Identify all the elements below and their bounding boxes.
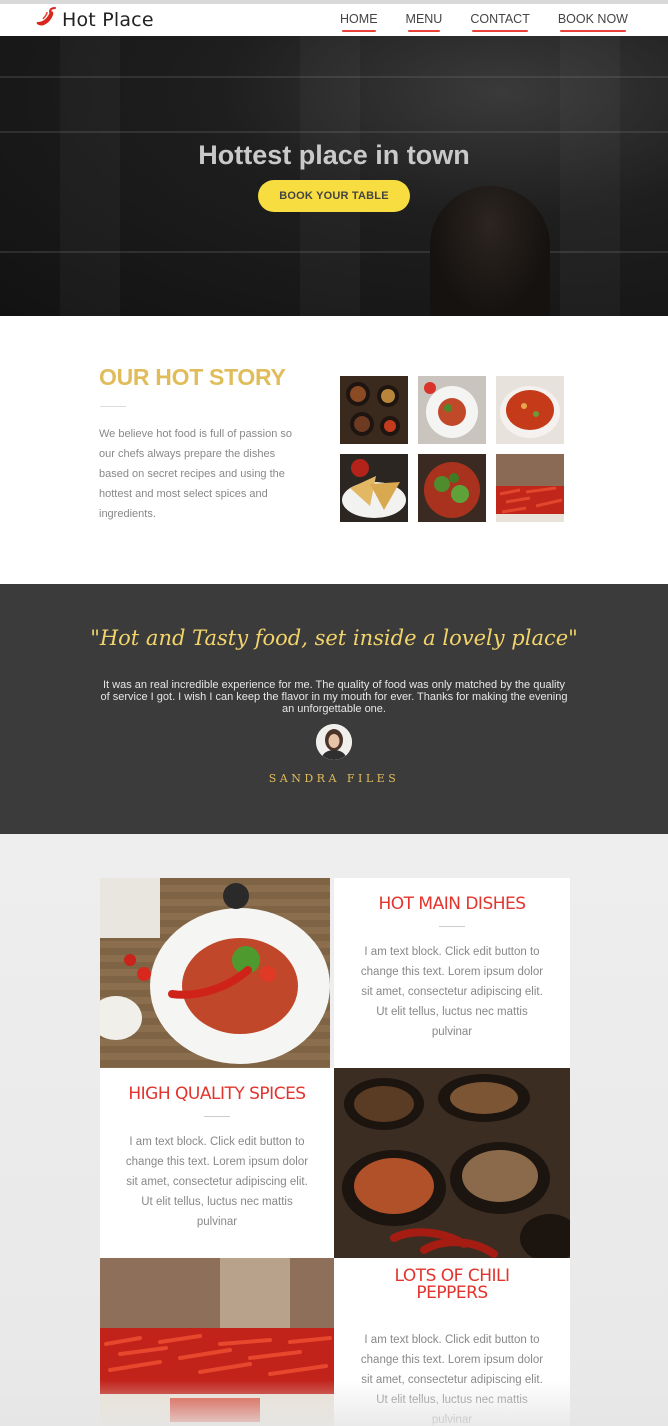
- main-nav: HOME MENU CONTACT BOOK NOW: [312, 12, 628, 32]
- nav-book-now[interactable]: BOOK NOW: [558, 12, 628, 32]
- gallery-photo-soup[interactable]: [496, 376, 564, 444]
- feature-card-chili-peppers: LOTS OF CHILI PEPPERS I am text block. C…: [334, 1258, 570, 1426]
- feature-title-main-dishes: HOT MAIN DISHES: [378, 894, 526, 914]
- gallery-photo-pasta[interactable]: [418, 376, 486, 444]
- feature-card-spices: HIGH QUALITY SPICES I am text block. Cli…: [100, 1068, 334, 1258]
- hero-background-figure: [430, 186, 550, 316]
- feature-photo-main-dish: [100, 878, 334, 1068]
- feature-text-spices: I am text block. Click edit button to ch…: [125, 1136, 309, 1228]
- site-header: Hot Place HOME MENU CONTACT BOOK NOW: [0, 4, 668, 36]
- logo[interactable]: Hot Place: [34, 6, 154, 34]
- feature-text-main-dishes: I am text block. Click edit button to ch…: [360, 946, 544, 1038]
- testimonial-author: SANDRA FILES: [268, 772, 400, 785]
- features-section: HOT MAIN DISHES I am text block. Click e…: [0, 834, 668, 1426]
- gallery-photo-tortilla-chips[interactable]: [340, 454, 408, 522]
- feature-divider: [439, 926, 465, 927]
- nav-contact[interactable]: CONTACT: [470, 12, 530, 32]
- feature-divider: [204, 1116, 230, 1117]
- story-text: We believe hot food is full of passion s…: [99, 428, 293, 520]
- nav-menu[interactable]: MENU: [406, 12, 442, 32]
- feature-photo-chili-peppers: [100, 1258, 334, 1426]
- photo-gallery: [340, 376, 564, 524]
- gallery-photo-salad[interactable]: [418, 454, 486, 522]
- hero-banner: Hottest place in town BOOK YOUR TABLE: [0, 36, 668, 316]
- avatar: [316, 724, 352, 760]
- feature-photo-spices: [334, 1068, 570, 1258]
- book-your-table-button[interactable]: BOOK YOUR TABLE: [258, 180, 410, 212]
- chili-pepper-icon: [34, 5, 60, 36]
- hero-title: Hottest place in town: [198, 140, 470, 170]
- feature-title-chili-peppers: LOTS OF CHILI PEPPERS: [394, 1266, 510, 1303]
- testimonial-quote: "Hot and Tasty food, set inside a lovely…: [90, 626, 578, 650]
- logo-text: Hot Place: [62, 9, 154, 31]
- story-section: OUR HOT STORY We believe hot food is ful…: [0, 316, 668, 584]
- testimonial-section: "Hot and Tasty food, set inside a lovely…: [0, 584, 668, 834]
- feature-text-chili-peppers: I am text block. Click edit button to ch…: [360, 1334, 544, 1426]
- feature-title-spices: HIGH QUALITY SPICES: [128, 1084, 306, 1104]
- story-title: OUR HOT STORY: [99, 364, 286, 390]
- testimonial-body: It was an real incredible experience for…: [100, 679, 568, 715]
- story-divider: [100, 406, 126, 407]
- nav-home[interactable]: HOME: [340, 12, 378, 32]
- feature-card-main-dishes: HOT MAIN DISHES I am text block. Click e…: [334, 878, 570, 1068]
- gallery-photo-chili-market[interactable]: [496, 454, 564, 522]
- gallery-photo-spice-bowls[interactable]: [340, 376, 408, 444]
